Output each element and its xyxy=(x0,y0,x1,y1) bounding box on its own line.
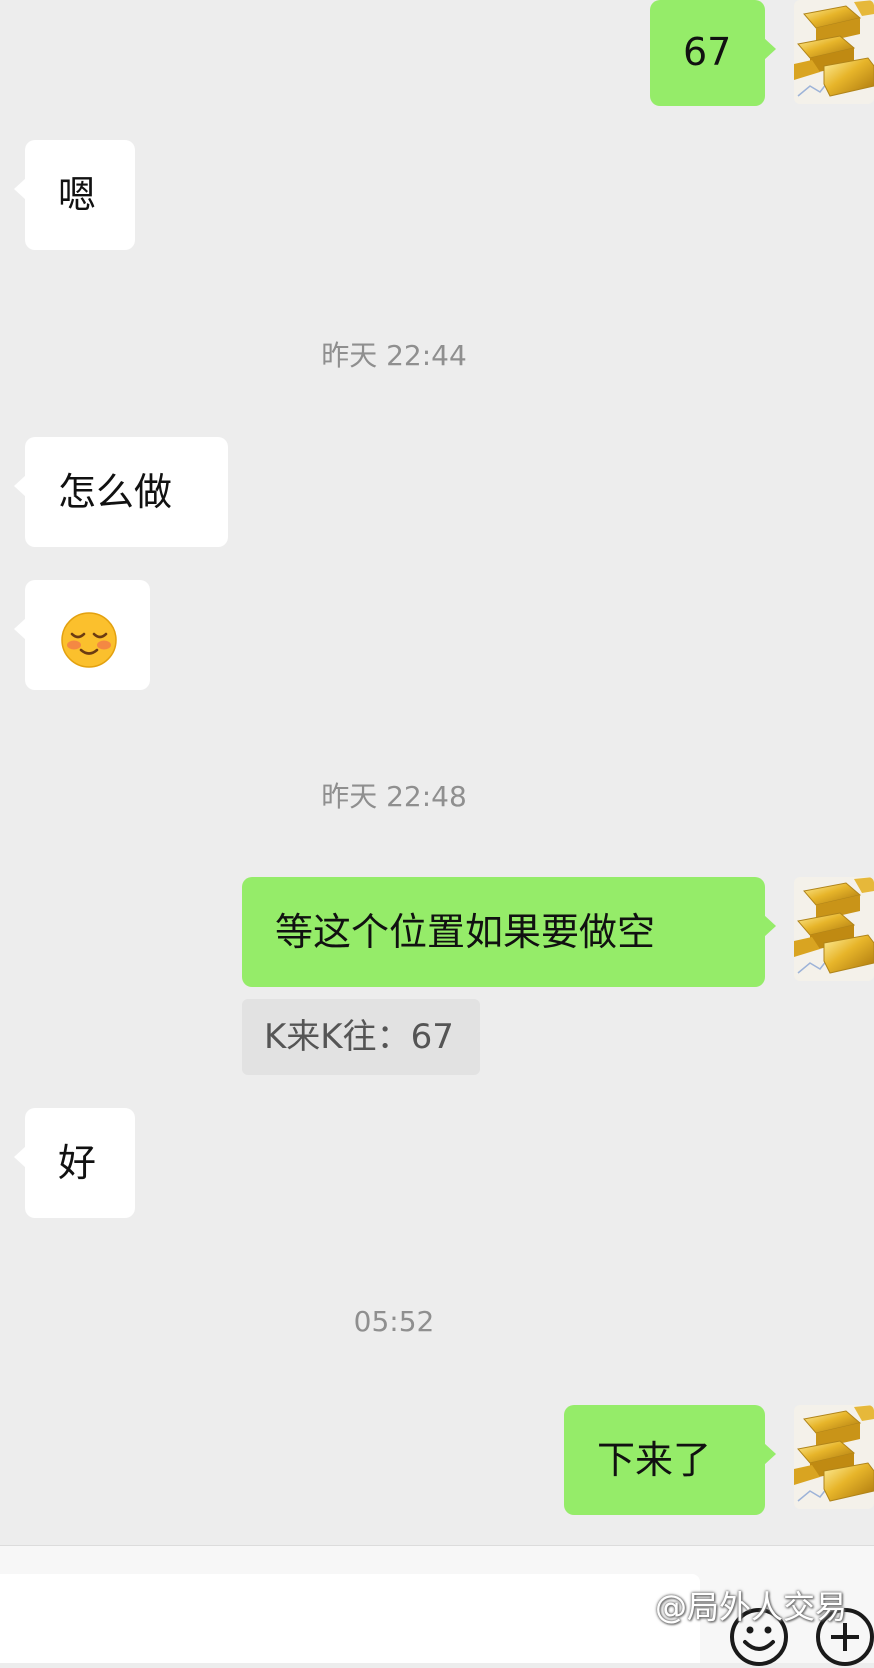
chat-area[interactable]: 67 嗯 昨天 22:44 怎么做 昨天 22:48 等这个位置如果要做空 K来… xyxy=(0,0,874,1545)
gold-bars-avatar-icon xyxy=(794,1405,874,1509)
outgoing-message[interactable]: 下来了 xyxy=(564,1405,776,1515)
outgoing-message[interactable]: 等这个位置如果要做空 xyxy=(242,877,776,987)
message-text: 怎么做 xyxy=(58,470,173,514)
message-input[interactable] xyxy=(0,1574,700,1663)
outgoing-message[interactable]: 67 xyxy=(650,0,776,106)
avatar[interactable] xyxy=(794,0,874,104)
incoming-message[interactable]: 怎么做 xyxy=(14,437,228,547)
blushing-smile-emoji-icon xyxy=(61,612,117,668)
timestamp: 昨天 22:44 xyxy=(321,339,467,372)
message-text: 好 xyxy=(58,1141,97,1185)
message-text: 67 xyxy=(683,30,732,74)
timestamp: 昨天 22:48 xyxy=(321,780,467,813)
gold-bars-avatar-icon xyxy=(794,0,874,104)
watermark: @局外人交易 xyxy=(655,1588,848,1626)
gold-bars-avatar-icon xyxy=(794,877,874,981)
avatar[interactable] xyxy=(794,877,874,981)
avatar[interactable] xyxy=(794,1405,874,1509)
quoted-message[interactable]: K来K往：67 xyxy=(242,999,480,1075)
incoming-message[interactable] xyxy=(14,580,150,690)
incoming-message[interactable]: 嗯 xyxy=(14,140,135,250)
incoming-message[interactable]: 好 xyxy=(14,1108,135,1218)
message-text: 下来了 xyxy=(597,1438,712,1482)
message-text: 嗯 xyxy=(58,173,97,217)
timestamp: 05:52 xyxy=(353,1305,435,1338)
message-text: 等这个位置如果要做空 xyxy=(275,910,656,954)
